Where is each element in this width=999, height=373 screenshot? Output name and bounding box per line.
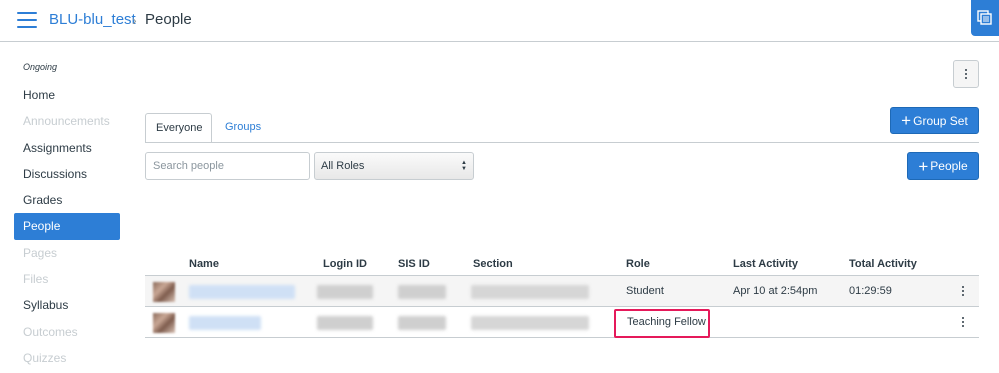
redacted-login-id (317, 285, 373, 299)
nav-item-assignments[interactable]: Assignments (14, 135, 120, 161)
role-filter-select[interactable]: All Roles ▲ ▼ (314, 152, 474, 180)
column-header-login-id[interactable]: Login ID (323, 258, 367, 270)
column-header-role[interactable]: Role (626, 258, 650, 270)
kebab-icon[interactable] (961, 284, 965, 298)
table-row: Student Apr 10 at 2:54pm 01:29:59 (145, 275, 979, 307)
add-people-label: People (930, 159, 968, 173)
tab-groups[interactable]: Groups (215, 113, 271, 143)
avatar[interactable] (153, 282, 175, 302)
add-group-set-button[interactable]: + Group Set (890, 107, 979, 134)
column-header-last-activity[interactable]: Last Activity (733, 258, 798, 270)
nav-item-discussions[interactable]: Discussions (14, 161, 120, 187)
sort-arrows-icon: ▲ ▼ (461, 160, 467, 172)
add-group-set-label: Group Set (913, 113, 968, 128)
breadcrumb-current-page: People (145, 11, 192, 28)
tab-everyone[interactable]: Everyone (145, 113, 212, 143)
role-cell: Student (626, 285, 664, 297)
kebab-icon[interactable] (961, 315, 965, 329)
plus-icon: + (901, 111, 912, 130)
tabs-divider (145, 142, 979, 143)
role-filter-value: All Roles (321, 160, 365, 172)
plus-icon: + (918, 156, 929, 176)
tray-toggle-button[interactable] (971, 0, 999, 36)
nav-item-home[interactable]: Home (14, 82, 120, 108)
page-settings-button[interactable] (953, 60, 979, 88)
tray-icon (977, 10, 992, 25)
nav-item-syllabus[interactable]: Syllabus (14, 292, 120, 318)
redacted-sis-id (398, 285, 446, 299)
nav-item-grades[interactable]: Grades (14, 187, 120, 213)
last-activity-cell: Apr 10 at 2:54pm (733, 285, 818, 297)
redacted-name[interactable] (189, 316, 261, 330)
nav-item-people[interactable]: People (14, 213, 120, 240)
avatar[interactable] (153, 313, 175, 333)
column-header-section[interactable]: Section (473, 258, 513, 270)
nav-item-files[interactable]: Files (14, 266, 120, 292)
course-navigation: Home Announcements Assignments Discussio… (14, 82, 120, 371)
total-activity-cell: 01:29:59 (849, 285, 892, 297)
breadcrumb-course[interactable]: BLU-blu_test (49, 11, 136, 28)
column-header-sis-id[interactable]: SIS ID (398, 258, 430, 270)
table-row: Teaching Fellow (145, 306, 979, 338)
redacted-login-id (317, 316, 373, 330)
nav-item-pages[interactable]: Pages (14, 240, 120, 266)
term-label: Ongoing (23, 62, 58, 72)
nav-item-outcomes[interactable]: Outcomes (14, 319, 120, 345)
column-header-total-activity[interactable]: Total Activity (849, 258, 917, 270)
nav-item-announcements[interactable]: Announcements (14, 108, 120, 134)
redacted-sis-id (398, 316, 446, 330)
redacted-name[interactable] (189, 285, 295, 299)
redacted-section (471, 316, 589, 330)
roster-table-header: Name Login ID SIS ID Section Role Last A… (145, 257, 979, 275)
top-header: BLU-blu_test › People (0, 0, 999, 42)
add-people-button[interactable]: + People (907, 152, 979, 180)
hamburger-icon[interactable] (17, 12, 37, 28)
role-highlight-annotation (614, 309, 710, 338)
search-people-input[interactable] (145, 152, 310, 180)
column-header-name[interactable]: Name (189, 258, 219, 270)
kebab-icon (965, 67, 967, 81)
breadcrumb-separator: › (132, 12, 137, 28)
redacted-section (471, 285, 589, 299)
nav-item-quizzes[interactable]: Quizzes (14, 345, 120, 371)
